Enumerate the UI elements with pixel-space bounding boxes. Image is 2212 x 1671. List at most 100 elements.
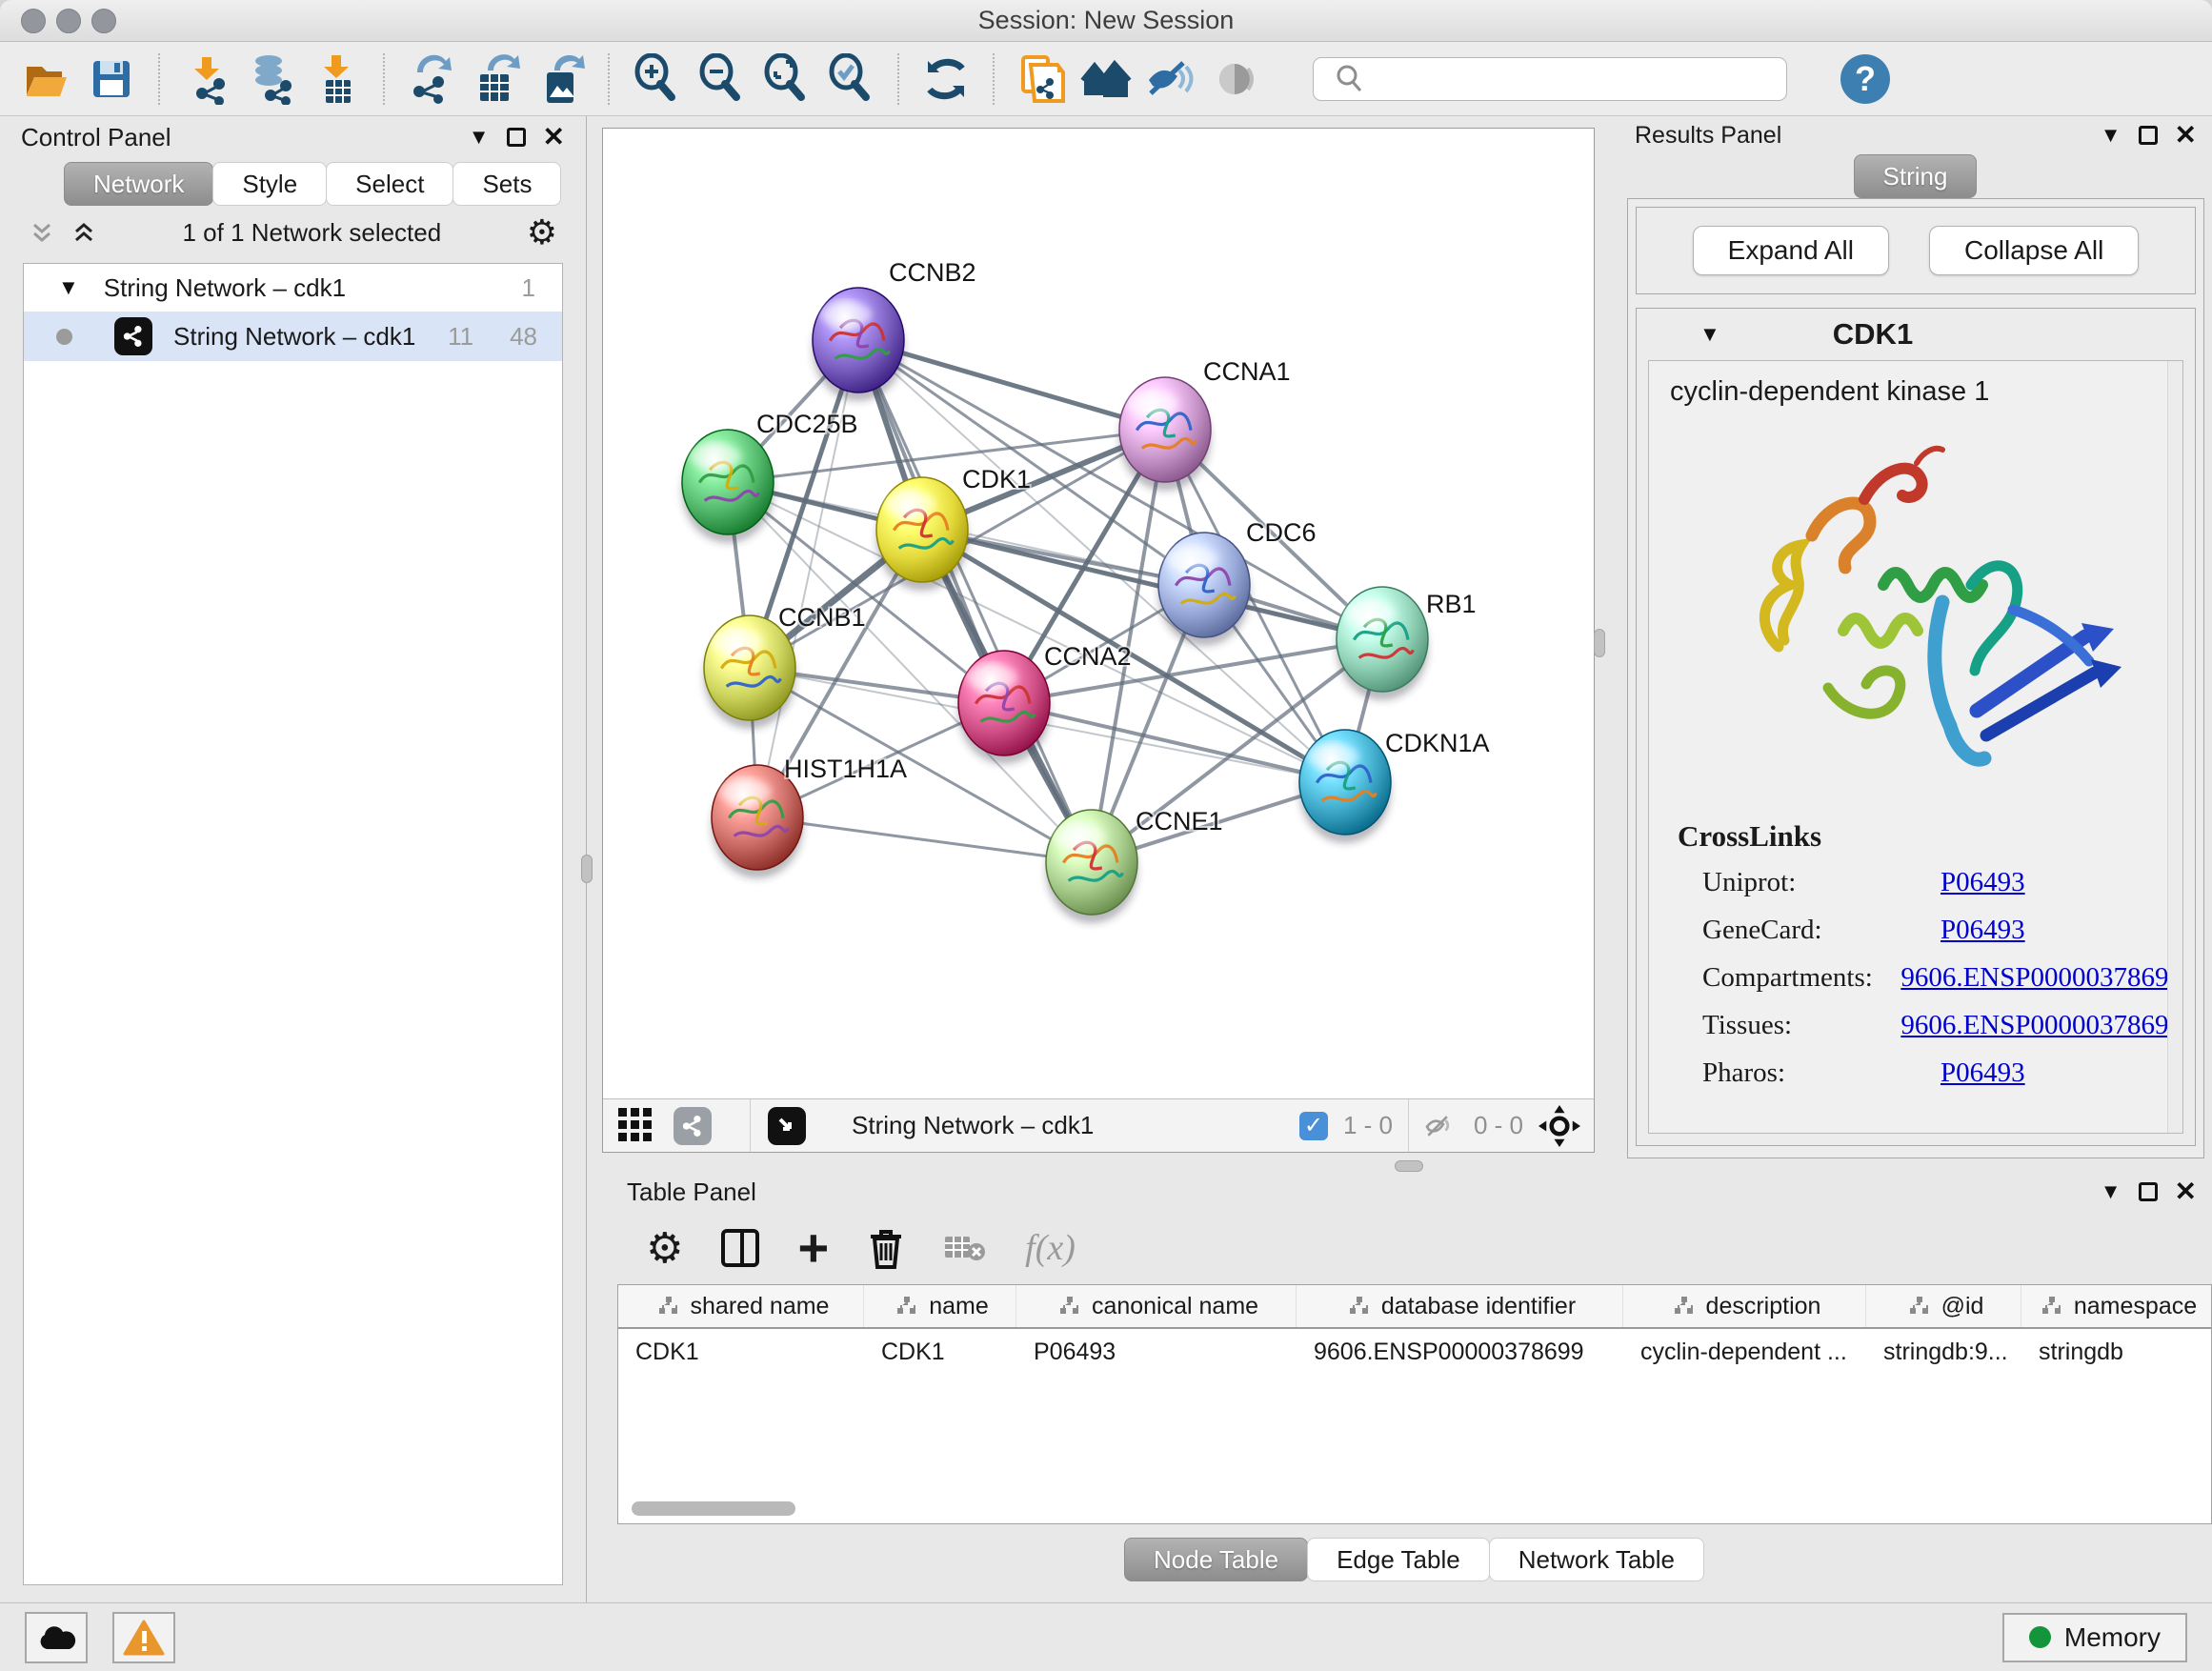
- network-share-icon[interactable]: [674, 1107, 712, 1145]
- zoom-fit-icon[interactable]: [758, 50, 814, 109]
- export-image-icon[interactable]: [533, 50, 589, 109]
- tab-network-table[interactable]: Network Table: [1489, 1538, 1704, 1581]
- node-CDC25B[interactable]: CDC25B: [682, 410, 858, 543]
- cell-name[interactable]: CDK1: [864, 1339, 1016, 1366]
- delete-table-icon[interactable]: [943, 1231, 987, 1265]
- node-CCNB1[interactable]: CCNB1: [704, 603, 866, 729]
- column-header-namespace[interactable]: namespace: [2021, 1285, 2212, 1327]
- cell-database-identifier[interactable]: 9606.ENSP00000378699: [1297, 1339, 1623, 1366]
- table-row[interactable]: CDK1CDK1P064939606.ENSP00000378699cyclin…: [618, 1329, 2211, 1375]
- edge-CCNA2-CDKN1A[interactable]: [1004, 703, 1345, 782]
- splitter-handle[interactable]: [1594, 629, 1605, 657]
- edge-CCNB2-CCNE1[interactable]: [858, 340, 1092, 862]
- node-CCNE1[interactable]: CCNE1: [1046, 807, 1223, 923]
- warnings-button[interactable]: [112, 1612, 175, 1663]
- delete-column-trash-icon[interactable]: [867, 1227, 905, 1269]
- edge-CCNB2-CCNA1[interactable]: [858, 340, 1165, 430]
- export-network-icon[interactable]: [404, 50, 459, 109]
- search-input[interactable]: [1313, 57, 1787, 101]
- zoom-in-icon[interactable]: [629, 50, 684, 109]
- window-zoom-button[interactable]: [91, 9, 116, 33]
- node-HIST1H1A[interactable]: HIST1H1A: [712, 755, 907, 878]
- add-column-icon[interactable]: +: [797, 1227, 829, 1270]
- cell-shared-name[interactable]: CDK1: [618, 1339, 864, 1366]
- column-header-name[interactable]: name: [864, 1285, 1016, 1327]
- node-CDK1[interactable]: CDK1: [876, 465, 1031, 591]
- export-table-icon[interactable]: [469, 50, 524, 109]
- birds-eye-view-icon[interactable]: [616, 1106, 656, 1146]
- selected-checkbox-icon[interactable]: ✓: [1299, 1112, 1328, 1140]
- collection-expand-icon[interactable]: ▼: [58, 275, 79, 300]
- float-panel-icon[interactable]: [507, 128, 526, 147]
- tab-network[interactable]: Network: [64, 162, 213, 206]
- crosslink-link[interactable]: 9606.ENSP00000378699: [1900, 1010, 2182, 1041]
- window-minimize-button[interactable]: [56, 9, 81, 33]
- import-network-file-icon[interactable]: [179, 50, 234, 109]
- node-CDKN1A[interactable]: CDKN1A: [1299, 729, 1490, 843]
- tab-string[interactable]: String: [1854, 154, 1978, 198]
- node-table[interactable]: shared namenamecanonical namedatabase id…: [617, 1284, 2212, 1524]
- show-hidden-icon[interactable]: [1208, 50, 1263, 109]
- import-table-icon[interactable]: [309, 50, 364, 109]
- close-panel-icon[interactable]: ✕: [2175, 122, 2197, 149]
- duplicate-network-icon[interactable]: [1014, 50, 1069, 109]
- function-builder-icon[interactable]: f(x): [1025, 1227, 1076, 1269]
- first-neighbors-icon[interactable]: [1078, 50, 1134, 109]
- crosslink-link[interactable]: P06493: [1941, 867, 2025, 898]
- import-network-database-icon[interactable]: [244, 50, 299, 109]
- tab-edge-table[interactable]: Edge Table: [1307, 1538, 1490, 1581]
- cell-namespace[interactable]: stringdb: [2021, 1339, 2212, 1366]
- scrollbar-track[interactable]: [2167, 361, 2182, 1133]
- save-session-icon[interactable]: [84, 50, 139, 109]
- node-CCNB2[interactable]: CCNB2: [813, 258, 976, 401]
- memory-button[interactable]: Memory: [2002, 1613, 2187, 1662]
- cell--id[interactable]: stringdb:9...: [1866, 1339, 2021, 1366]
- network-canvas[interactable]: CCNB2CCNA1CDC25BCDK1CDC6RB1CCNB1CCNA2CDK…: [603, 129, 1594, 1098]
- horizontal-scrollbar-thumb[interactable]: [632, 1501, 795, 1516]
- refresh-icon[interactable]: [918, 50, 974, 109]
- table-settings-gear-icon[interactable]: ⚙: [646, 1224, 683, 1273]
- gene-expand-icon[interactable]: ▼: [1699, 322, 1720, 347]
- open-in-new-window-icon[interactable]: [768, 1107, 806, 1145]
- cell-canonical-name[interactable]: P06493: [1016, 1339, 1297, 1366]
- tab-select[interactable]: Select: [326, 162, 453, 206]
- network-row-selected[interactable]: String Network – cdk1 11 48: [24, 312, 562, 361]
- pan-crosshair-icon[interactable]: [1538, 1105, 1580, 1147]
- help-button[interactable]: ?: [1840, 54, 1890, 104]
- tab-sets[interactable]: Sets: [452, 162, 561, 206]
- crosslink-link[interactable]: P06493: [1941, 1057, 2025, 1089]
- node-RB1[interactable]: RB1: [1337, 587, 1477, 700]
- edge-HIST1H1A-CCNE1[interactable]: [757, 817, 1092, 862]
- cell-description[interactable]: cyclin-dependent ...: [1623, 1339, 1866, 1366]
- splitter-handle[interactable]: [1395, 1160, 1423, 1172]
- collapse-panel-icon[interactable]: ▼: [469, 125, 490, 150]
- expand-all-networks-icon[interactable]: [29, 219, 55, 246]
- zoom-out-icon[interactable]: [694, 50, 749, 109]
- collapse-panel-icon[interactable]: ▼: [2101, 1179, 2122, 1204]
- float-panel-icon[interactable]: [2139, 1182, 2158, 1201]
- node-CDC6[interactable]: CDC6: [1158, 518, 1317, 646]
- close-panel-icon[interactable]: ✕: [2175, 1178, 2197, 1205]
- zoom-selected-icon[interactable]: [823, 50, 878, 109]
- float-panel-icon[interactable]: [2139, 126, 2158, 145]
- network-options-gear-icon[interactable]: ⚙: [527, 213, 557, 252]
- toggle-columns-icon[interactable]: [721, 1229, 759, 1267]
- crosslink-link[interactable]: 9606.ENSP00000378699: [1900, 962, 2182, 994]
- collapse-all-networks-icon[interactable]: [70, 219, 97, 246]
- close-panel-icon[interactable]: ✕: [543, 124, 565, 151]
- network-collection-row[interactable]: ▼ String Network – cdk1 1: [24, 264, 562, 312]
- column-header--id[interactable]: @id: [1866, 1285, 2021, 1327]
- node-CCNA2[interactable]: CCNA2: [958, 642, 1132, 764]
- column-header-database-identifier[interactable]: database identifier: [1297, 1285, 1623, 1327]
- column-header-shared-name[interactable]: shared name: [618, 1285, 864, 1327]
- tab-style[interactable]: Style: [212, 162, 327, 206]
- column-header-description[interactable]: description: [1623, 1285, 1866, 1327]
- tab-node-table[interactable]: Node Table: [1124, 1538, 1308, 1581]
- column-header-canonical-name[interactable]: canonical name: [1016, 1285, 1297, 1327]
- open-session-icon[interactable]: [19, 50, 74, 109]
- cloud-button[interactable]: [25, 1612, 88, 1663]
- window-close-button[interactable]: [21, 9, 46, 33]
- expand-all-button[interactable]: Expand All: [1693, 226, 1889, 275]
- collapse-panel-icon[interactable]: ▼: [2101, 123, 2122, 148]
- hide-selected-icon[interactable]: [1143, 50, 1198, 109]
